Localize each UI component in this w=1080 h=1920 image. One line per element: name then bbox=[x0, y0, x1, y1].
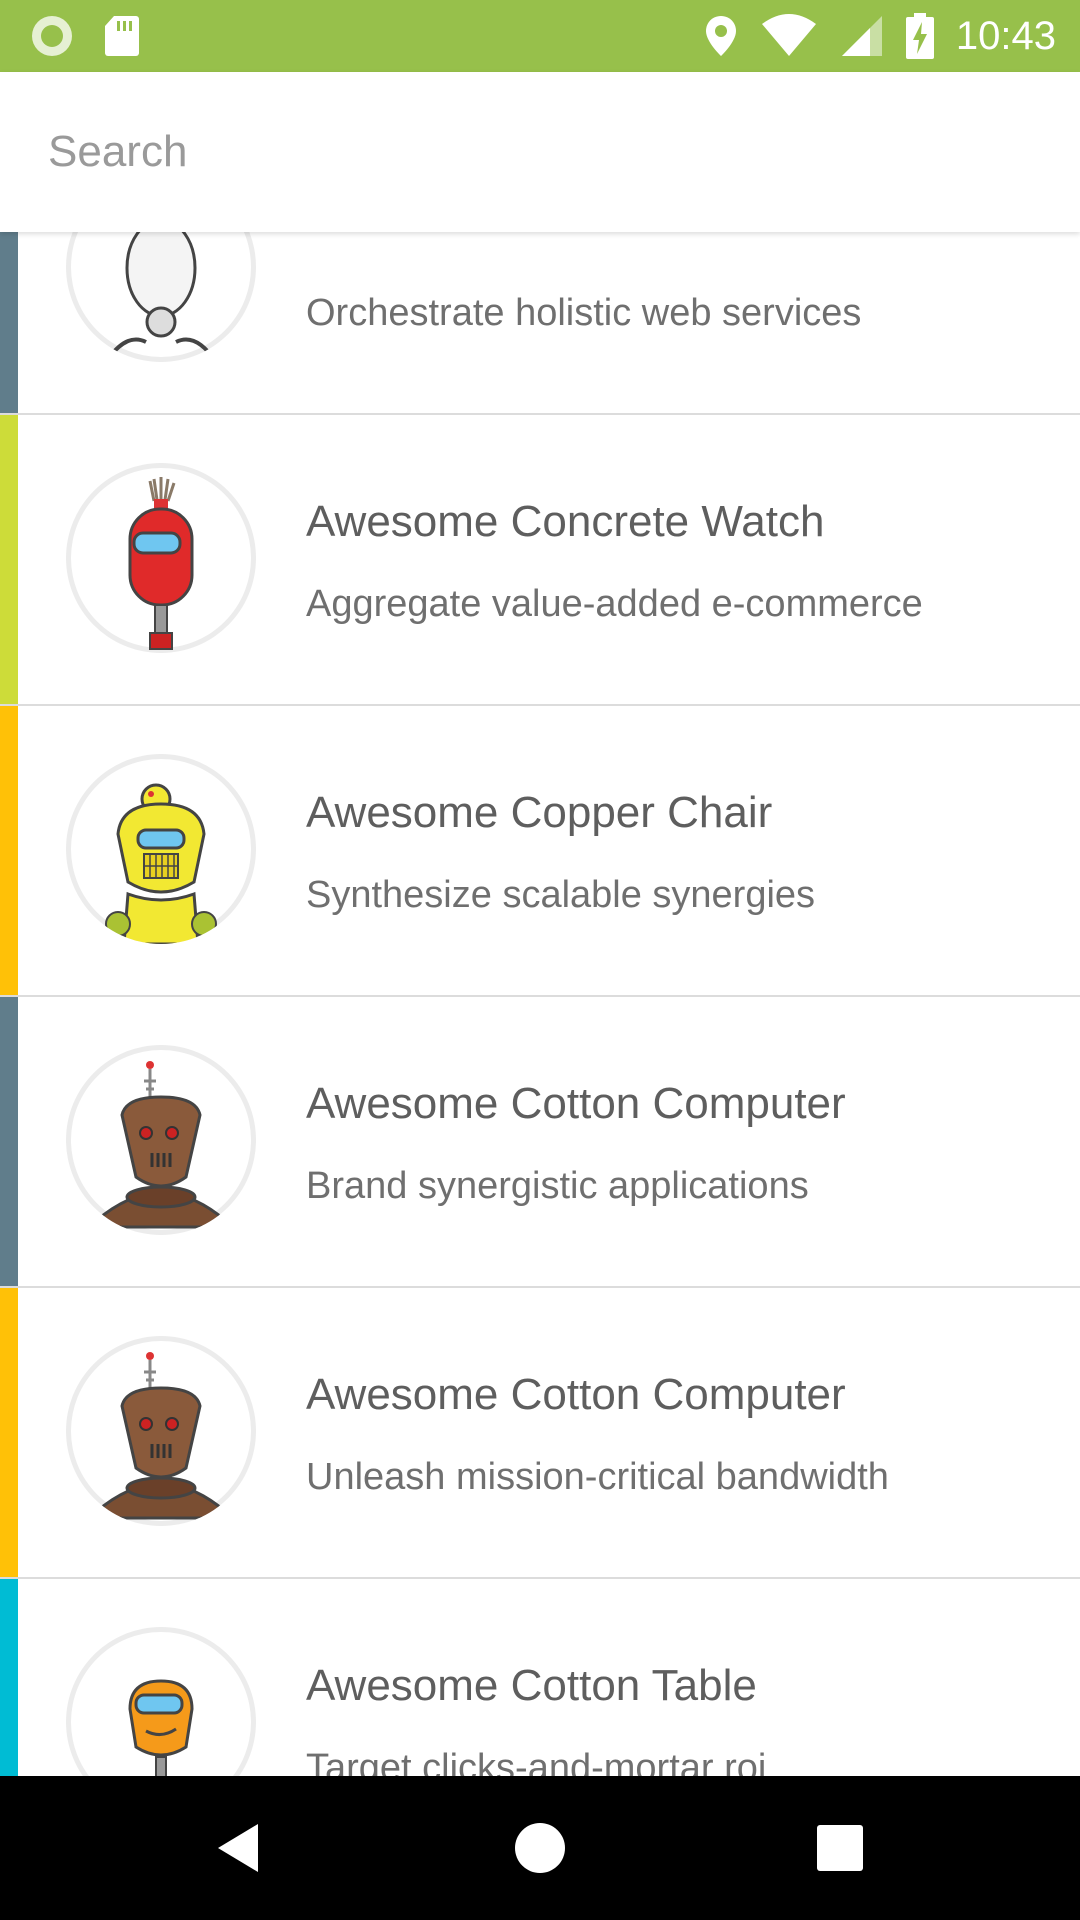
avatar bbox=[66, 754, 256, 944]
list-item[interactable]: Awesome Cotton Computer Brand synergisti… bbox=[0, 997, 1080, 1288]
item-color-strip bbox=[0, 1288, 18, 1577]
sd-card-icon bbox=[105, 16, 139, 56]
item-subtitle: Unleash mission-critical bandwidth bbox=[306, 1456, 889, 1498]
avatar bbox=[66, 232, 256, 362]
brown-robot-icon bbox=[93, 1061, 229, 1229]
item-subtitle: Synthesize scalable synergies bbox=[306, 874, 816, 916]
list-item[interactable]: Awesome Copper Chair Synthesize scalable… bbox=[0, 706, 1080, 997]
item-color-strip bbox=[0, 706, 18, 995]
item-title: Awesome Concrete Watch bbox=[306, 497, 825, 546]
robot-list[interactable]: Orchestrate holistic web services Awesom… bbox=[0, 232, 1080, 1776]
search-bar bbox=[0, 72, 1080, 232]
search-input[interactable] bbox=[48, 122, 1028, 182]
white-robot-icon bbox=[104, 232, 218, 362]
status-time: 10:43 bbox=[955, 13, 1056, 58]
cell-signal-icon bbox=[841, 16, 882, 56]
back-icon[interactable] bbox=[212, 1820, 268, 1876]
item-title: Awesome Cotton Computer bbox=[306, 1370, 846, 1419]
status-bar: 10:43 bbox=[0, 0, 1080, 72]
navigation-bar bbox=[0, 1776, 1080, 1920]
item-subtitle: Brand synergistic applications bbox=[306, 1165, 809, 1207]
item-subtitle: Orchestrate holistic web services bbox=[306, 292, 862, 334]
orange-robot-icon bbox=[128, 1679, 194, 1776]
yellow-robot-icon bbox=[105, 783, 217, 944]
list-item[interactable]: Awesome Cotton Table Target clicks-and-m… bbox=[0, 1579, 1080, 1776]
item-color-strip bbox=[0, 232, 18, 413]
circle-notification-icon bbox=[32, 16, 72, 56]
item-color-strip bbox=[0, 415, 18, 704]
avatar bbox=[66, 1627, 256, 1776]
brown-robot-icon bbox=[93, 1352, 229, 1520]
list-item[interactable]: Orchestrate holistic web services bbox=[0, 232, 1080, 415]
item-subtitle: Aggregate value-added e-commerce bbox=[306, 583, 923, 625]
list-item[interactable]: Awesome Concrete Watch Aggregate value-a… bbox=[0, 415, 1080, 706]
item-title: Awesome Copper Chair bbox=[306, 788, 773, 837]
item-color-strip bbox=[0, 997, 18, 1286]
red-robot-icon bbox=[128, 477, 194, 650]
avatar bbox=[66, 463, 256, 653]
list-item[interactable]: Awesome Cotton Computer Unleash mission-… bbox=[0, 1288, 1080, 1579]
recents-icon[interactable] bbox=[812, 1820, 868, 1876]
location-icon bbox=[705, 16, 736, 56]
battery-charging-icon bbox=[905, 13, 934, 59]
item-subtitle: Target clicks-and-mortar roi bbox=[306, 1747, 767, 1776]
item-color-strip bbox=[0, 1579, 18, 1776]
avatar bbox=[66, 1336, 256, 1526]
wifi-icon bbox=[761, 14, 816, 56]
item-title: Awesome Cotton Table bbox=[306, 1661, 757, 1710]
home-icon[interactable] bbox=[512, 1820, 568, 1876]
item-title: Awesome Cotton Computer bbox=[306, 1079, 846, 1128]
avatar bbox=[66, 1045, 256, 1235]
